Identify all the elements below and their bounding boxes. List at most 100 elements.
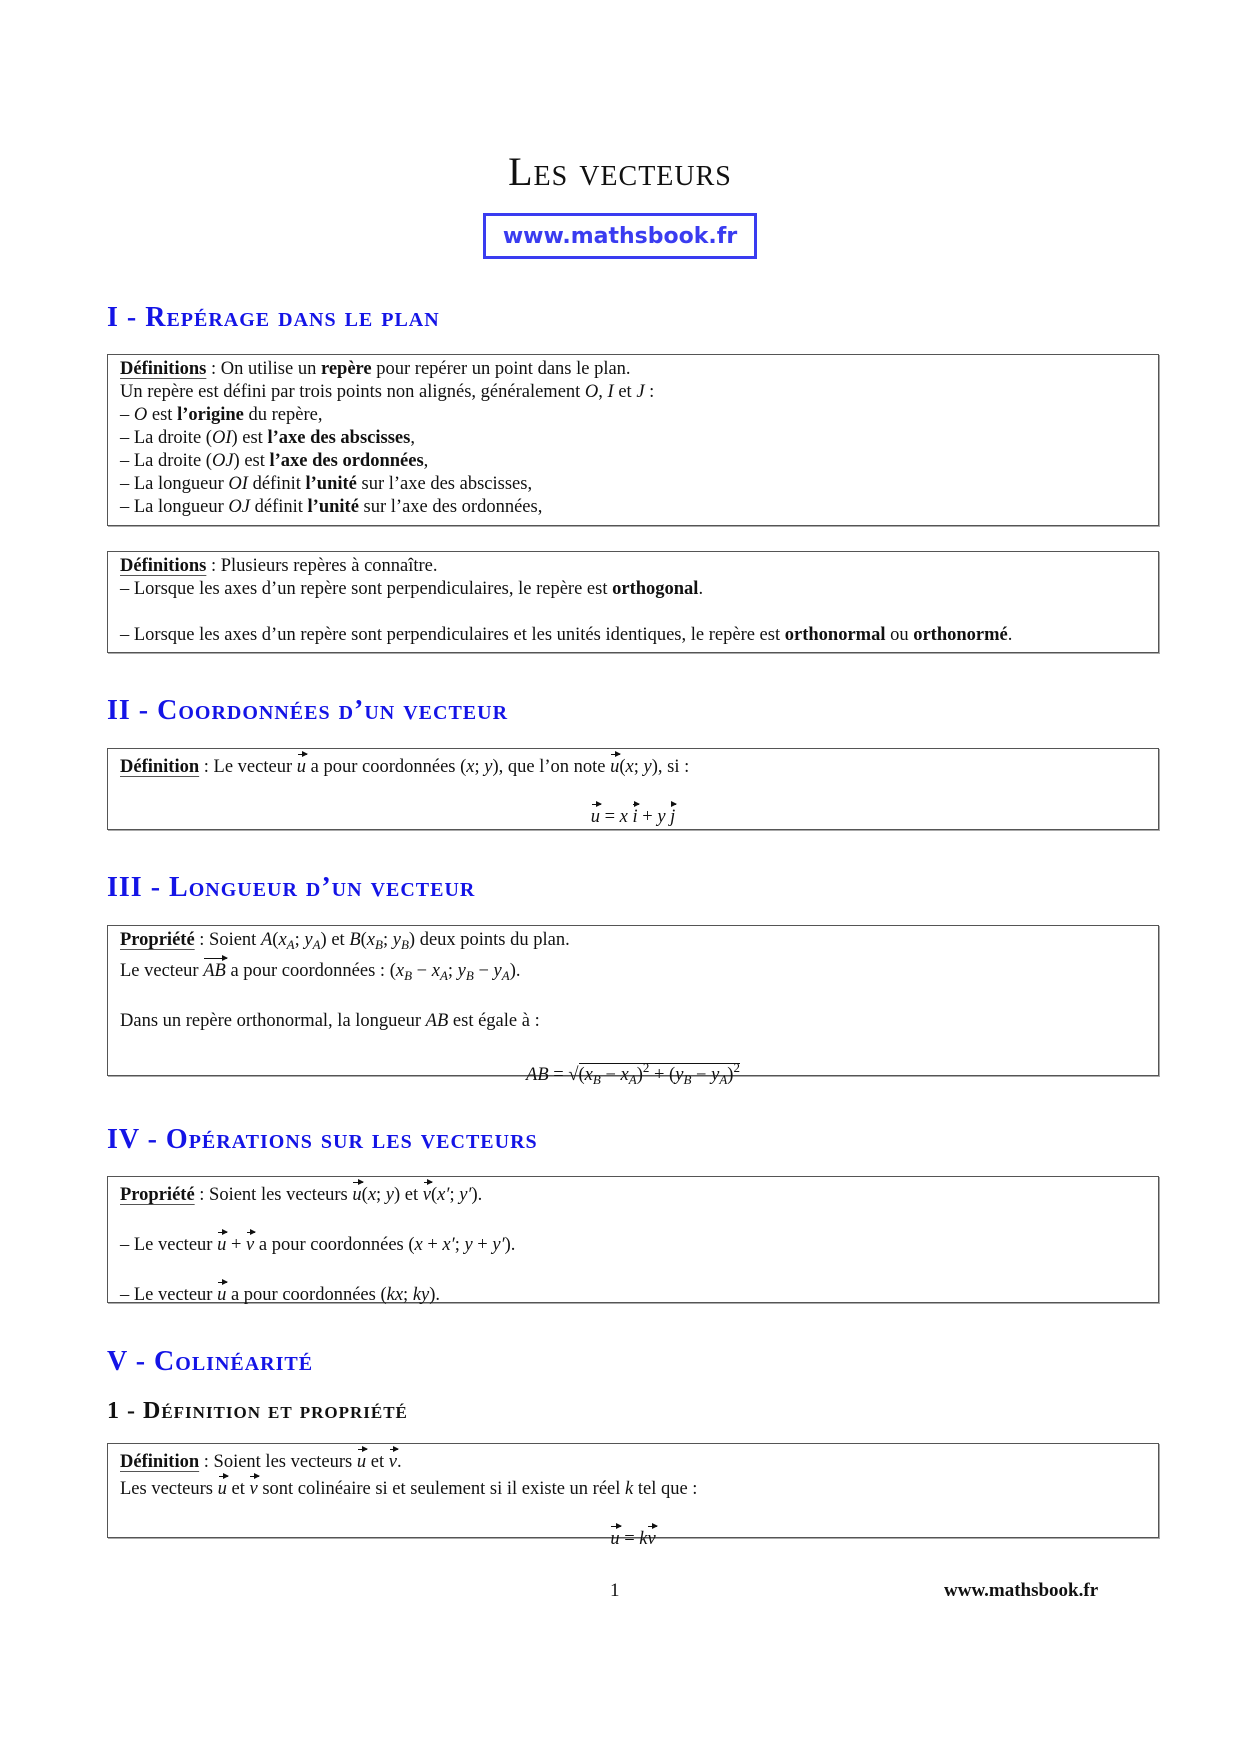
vector-symbol: u [217, 1229, 229, 1257]
math-symbol: x [625, 757, 634, 777]
text-line: Définition : Soient les vecteurs u et v. [120, 1446, 1146, 1474]
bold-term: l’origine [177, 405, 244, 425]
math-symbol: x [366, 930, 376, 950]
property-box-operations: Propriété : Soient les vecteurs u(x; y) … [107, 1176, 1159, 1305]
property-box-longueur: Propriété : Soient A(xA; yA) et B(xB; yB… [107, 925, 1159, 1087]
math-symbol: x [620, 1065, 629, 1085]
math-symbol: y′ [492, 1235, 505, 1255]
math-subscript: B [465, 968, 474, 983]
math-symbol: y [385, 1185, 395, 1205]
text-line: – La longueur OJ définit l’unité sur l’a… [120, 497, 543, 517]
vector-symbol: v [647, 1523, 658, 1551]
text-line: Le vecteur AB a pour coordonnées : (xB −… [120, 955, 1146, 987]
definition-box-repere: Définitions : On utilise un repère pour … [107, 354, 1159, 526]
definition-box-coordonnees: Définition : Le vecteur u a pour coordon… [107, 748, 1159, 830]
math-symbol: x [395, 961, 405, 981]
section-heading-colinearite: V - Colinéarité [107, 1346, 314, 1377]
text-line: – La longueur OI définit l’unité sur l’a… [120, 474, 533, 494]
box-label: Définition [120, 1452, 200, 1472]
math-symbol: y [643, 757, 652, 777]
text-line: Un repère est défini par trois points no… [120, 382, 655, 402]
math-superscript: 2 [642, 1060, 650, 1075]
math-symbol: AB [526, 1065, 549, 1085]
vector-symbol: v [423, 1179, 434, 1207]
math-symbol: J [636, 382, 645, 402]
formula: AB = √(xB − xA)2 + (yB − yA)2 [526, 1060, 740, 1087]
math-superscript: 2 [733, 1060, 740, 1075]
formula: u = kv [120, 1523, 1146, 1551]
math-symbol: y [457, 961, 466, 981]
bold-term: l’unité [307, 497, 359, 517]
site-url-box[interactable]: www.mathsbook.fr [483, 213, 757, 259]
box-label: Définitions [120, 556, 207, 576]
vector-symbol: u [357, 1446, 369, 1474]
math-symbol: ky [412, 1285, 430, 1305]
vector-symbol: v [249, 1473, 260, 1501]
math-symbol: x [619, 807, 628, 827]
math-subscript: B [404, 968, 413, 983]
math-symbol: x′ [437, 1185, 450, 1205]
text-line: Les vecteurs u et v sont colinéaire si e… [120, 1473, 1146, 1501]
text-line: – Lorsque les axes d’un repère sont perp… [120, 625, 1013, 645]
footer-url[interactable]: www.mathsbook.fr [944, 1580, 1098, 1602]
text-line: – Lorsque les axes d’un repère sont perp… [120, 579, 704, 599]
page-number: 1 [610, 1580, 620, 1601]
sqrt-radicand: (xB − xA)2 + (yB − yA)2 [578, 1060, 740, 1087]
box-label: Définition [120, 757, 200, 777]
box-label: Propriété [120, 1185, 195, 1205]
bold-term: orthonormal [784, 625, 886, 645]
math-subscript: A [719, 1072, 728, 1087]
text-line: Définitions : Plusieurs repères à connaî… [120, 556, 438, 576]
math-symbol: x [414, 1235, 423, 1255]
subsection-heading-definition-propriete: 1 - Définition et propriété [107, 1398, 408, 1424]
bold-term: repère [320, 359, 372, 379]
math-symbol: x [278, 930, 287, 950]
bold-term: l’unité [305, 474, 357, 494]
math-symbol: k [625, 1479, 634, 1499]
text-line: – O est l’origine du repère, [120, 405, 323, 425]
bold-term: orthonormé [913, 625, 1008, 645]
math-subscript: B [683, 1072, 692, 1087]
vector-symbol: u [610, 1523, 622, 1551]
section-heading-reperage: I - Repérage dans le plan [107, 302, 440, 333]
math-symbol: y [493, 961, 502, 981]
text-line: Définitions : On utilise un repère pour … [120, 359, 631, 379]
vector-symbol: u [591, 801, 603, 829]
math-subscript: B [400, 937, 409, 952]
math-symbol: O [584, 382, 599, 402]
box-label: Définitions [120, 359, 207, 379]
math-symbol: B [349, 930, 361, 950]
vector-symbol: v [246, 1229, 257, 1257]
math-symbol: x [584, 1065, 593, 1085]
text-line: – Le vecteur u + v a pour coordonnées (x… [120, 1229, 1146, 1257]
math-symbol: OJ [228, 497, 250, 517]
document-title: Les vecteurs [508, 149, 732, 194]
vector-symbol: u [218, 1473, 230, 1501]
text-line: – La droite (OJ) est l’axe des ordonnées… [120, 451, 429, 471]
text-line: Dans un repère orthonormal, la longueur … [120, 1011, 540, 1031]
text-line: Définition : Le vecteur u a pour coordon… [120, 751, 1146, 779]
vector-symbol: j [670, 801, 678, 829]
math-symbol: x [466, 757, 475, 777]
math-subscript: B [592, 1072, 601, 1087]
math-subscript: A [439, 968, 448, 983]
bold-term: l’axe des ordonnées [269, 451, 424, 471]
vector-symbol: u [352, 1179, 364, 1207]
formula: u = x i + y j [120, 801, 1146, 829]
vector-symbol: v [389, 1446, 400, 1474]
math-symbol: k [639, 1529, 648, 1549]
text-line: Propriété : Soient A(xA; yA) et B(xB; yB… [120, 930, 570, 952]
definition-box-types-reperes: Définitions : Plusieurs repères à connaî… [107, 551, 1159, 653]
math-symbol: A [260, 930, 273, 950]
math-symbol: y′ [459, 1185, 472, 1205]
math-subscript: A [312, 937, 321, 952]
math-subscript: A [501, 968, 510, 983]
site-url-link[interactable]: www.mathsbook.fr [503, 224, 737, 249]
vector-symbol: u [217, 1279, 229, 1307]
math-symbol: I [607, 382, 614, 402]
